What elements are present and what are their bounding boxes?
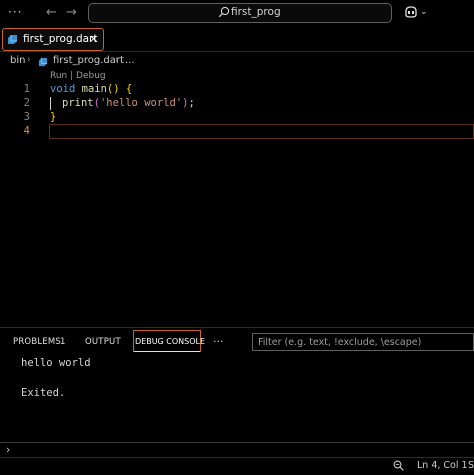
console-output-line: Exited. [21,387,66,399]
indentation-setting[interactable]: S [468,460,474,471]
tab-output[interactable]: OUTPUT [85,337,121,347]
cursor-position[interactable]: Ln 4, Col 1 [417,460,468,471]
console-input-prompt[interactable]: › [6,443,10,456]
breadcrumb-symbol[interactable]: ... [125,55,135,66]
close-icon[interactable]: × [89,32,98,45]
code-token: print [62,97,94,109]
forward-button[interactable]: → [66,5,77,20]
code-token: main [81,83,107,95]
search-icon [218,6,230,18]
indent-guide [50,97,51,110]
back-button[interactable]: ← [46,5,57,20]
code-line[interactable]: void main() { [50,83,132,95]
dart-file-icon [8,35,17,44]
console-input-divider [0,442,474,443]
console-output-line: hello world [21,357,91,369]
current-line-highlight [49,124,474,139]
line-number: 2 [23,97,30,109]
tab-label: first_prog.dart [23,33,98,45]
copilot-icon[interactable] [404,6,418,18]
search-label: first_prog [231,6,281,18]
code-token: 'hello world' [99,97,183,109]
line-number: 3 [23,111,30,123]
code-line[interactable]: print('hello world'); [62,97,195,109]
active-tab-indicator [134,351,200,352]
problems-count-badge: 1 [60,337,66,347]
code-token: { [125,83,133,95]
more-actions-button[interactable]: ··· [8,5,22,19]
dart-file-icon [38,57,48,67]
breadcrumb-folder[interactable]: bin [10,55,25,66]
chevron-right-icon: › [27,55,31,65]
chevron-down-icon[interactable]: ⌄ [420,7,428,17]
panel-more-button[interactable]: ··· [213,335,224,348]
run-debug-codelens[interactable]: Run | Debug [50,71,106,81]
tab-problems[interactable]: PROBLEMS [13,337,61,347]
code-token: void [50,83,76,95]
line-number: 1 [23,83,30,95]
code-token: } [50,111,57,123]
line-number: 4 [23,125,30,137]
code-line[interactable]: } [50,111,56,123]
code-token: ; [188,97,195,109]
breadcrumb-file[interactable]: first_prog.dart [53,55,124,66]
console-filter-input[interactable] [252,333,474,351]
chevron-right-icon: › [115,55,119,65]
zoom-icon[interactable] [393,460,404,471]
tab-debug-console[interactable]: DEBUG CONSOLE [135,337,205,346]
code-token: () [106,83,120,95]
